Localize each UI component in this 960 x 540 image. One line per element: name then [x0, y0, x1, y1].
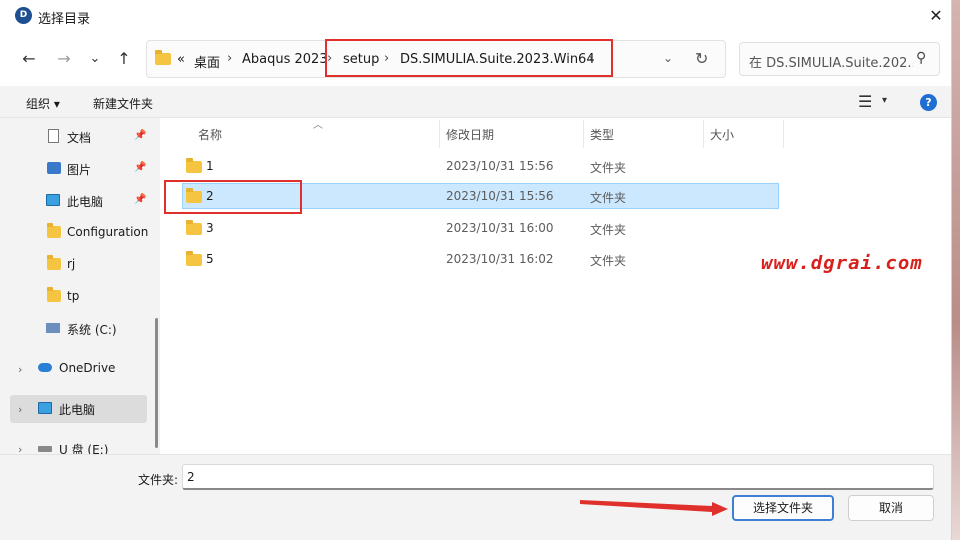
- file-row-1[interactable]: 1 2023/10/31 15:56 文件夹: [182, 153, 779, 179]
- desktop-background: [952, 0, 960, 540]
- annotation-highlight-folder: [164, 180, 302, 214]
- view-options-icon[interactable]: ☰: [858, 92, 872, 111]
- app-icon: D: [15, 7, 32, 24]
- folder-icon: [47, 255, 61, 270]
- dialog-footer: 文件夹: 选择文件夹 取消: [0, 454, 951, 540]
- folder-icon: [155, 50, 171, 65]
- search-input[interactable]: 在 DS.SIMULIA.Suite.202...: [749, 52, 913, 71]
- column-header-date[interactable]: 修改日期: [446, 126, 494, 143]
- folder-icon: [186, 251, 202, 266]
- usb-drive-icon: [38, 446, 52, 452]
- cancel-button[interactable]: 取消: [848, 495, 934, 521]
- file-name: 1: [206, 159, 214, 173]
- new-folder-button[interactable]: 新建文件夹: [93, 95, 153, 112]
- breadcrumb-separator-icon[interactable]: ›: [227, 51, 232, 66]
- pictures-icon: [47, 162, 61, 174]
- expand-chevron-icon[interactable]: ›: [18, 403, 22, 416]
- folder-icon: [186, 220, 202, 235]
- pin-icon: 📌: [134, 194, 147, 205]
- sort-ascending-icon: ︿: [313, 120, 323, 131]
- sidebar-item-pictures[interactable]: 图片 📌: [10, 155, 147, 183]
- file-type: 文件夹: [590, 223, 627, 237]
- folder-icon: [47, 287, 61, 302]
- sidebar-item-documents[interactable]: 文档 📌: [10, 123, 147, 151]
- forward-arrow-icon[interactable]: →: [51, 46, 77, 72]
- search-icon[interactable]: ⚲: [916, 50, 926, 66]
- file-type: 文件夹: [590, 161, 627, 175]
- pin-icon: 📌: [134, 130, 147, 141]
- navigation-pane: 文档 📌 图片 📌 此电脑 📌 Configuration rj tp 系统 (…: [0, 118, 160, 454]
- organize-button[interactable]: 组织 ▾: [26, 95, 60, 112]
- breadcrumb-overflow-icon[interactable]: «: [177, 52, 185, 67]
- annotation-highlight-breadcrumb: [325, 39, 613, 77]
- command-bar: 组织 ▾ 新建文件夹 ☰ ▾ ?: [0, 86, 951, 118]
- view-dropdown-icon[interactable]: ▾: [882, 95, 887, 106]
- expand-chevron-icon[interactable]: ›: [18, 443, 22, 454]
- sidebar-item-label: U 盘 (E:): [59, 443, 109, 454]
- folder-name-input[interactable]: [182, 464, 934, 490]
- onedrive-icon: [38, 363, 52, 372]
- folder-icon: [47, 223, 61, 238]
- file-name: 3: [206, 221, 214, 235]
- sidebar-item-label: 此电脑: [67, 195, 104, 209]
- sidebar-item-onedrive[interactable]: OneDrive: [10, 355, 147, 383]
- close-icon[interactable]: ✕: [922, 3, 950, 29]
- file-row-3[interactable]: 3 2023/10/31 16:00 文件夹: [182, 215, 779, 241]
- column-divider[interactable]: [439, 120, 440, 148]
- refresh-icon[interactable]: ↻: [695, 49, 708, 68]
- column-divider[interactable]: [703, 120, 704, 148]
- watermark-text: www.dgrai.com: [761, 252, 923, 274]
- address-dropdown-chevron-icon[interactable]: ⌄: [663, 51, 673, 65]
- search-box[interactable]: 在 DS.SIMULIA.Suite.202... ⚲: [739, 42, 940, 76]
- column-header-label: 名称: [198, 128, 223, 142]
- computer-icon: [46, 194, 60, 206]
- drive-icon: [46, 323, 60, 333]
- title-bar: D 选择目录 ✕: [0, 0, 951, 32]
- sidebar-item-label: 系统 (C:): [67, 323, 117, 337]
- sidebar-item-configuration[interactable]: Configuration: [10, 219, 149, 247]
- sidebar-item-rj[interactable]: rj: [10, 251, 147, 279]
- file-name: 5: [206, 252, 214, 266]
- pin-icon: 📌: [134, 162, 147, 173]
- sidebar-item-label: OneDrive: [59, 361, 116, 375]
- sidebar-item-this-pc-pinned[interactable]: 此电脑 📌: [10, 187, 147, 215]
- column-header-type[interactable]: 类型: [590, 126, 614, 143]
- sidebar-item-label: 此电脑: [59, 403, 96, 417]
- breadcrumb-abaqus[interactable]: Abaqus 2023: [242, 52, 328, 67]
- sidebar-item-system-c[interactable]: 系统 (C:): [10, 315, 147, 343]
- computer-icon: [38, 402, 52, 414]
- sidebar-item-label: Configuration: [67, 225, 149, 239]
- file-type: 文件夹: [590, 191, 627, 205]
- column-divider[interactable]: [783, 120, 784, 148]
- file-date: 2023/10/31 15:56: [446, 189, 554, 203]
- sidebar-item-usb-e[interactable]: U 盘 (E:): [10, 435, 147, 454]
- back-arrow-icon[interactable]: ←: [16, 46, 42, 72]
- column-header-name[interactable]: 名称: [198, 126, 222, 143]
- sidebar-item-tp[interactable]: tp: [10, 283, 147, 311]
- file-row-5[interactable]: 5 2023/10/31 16:02 文件夹: [182, 246, 779, 272]
- sidebar-item-label: 图片: [67, 163, 92, 177]
- folder-field-label: 文件夹:: [138, 473, 179, 487]
- sidebar-item-label: tp: [67, 289, 80, 303]
- file-type: 文件夹: [590, 254, 627, 268]
- up-arrow-icon[interactable]: ↑: [111, 46, 137, 72]
- column-header-size[interactable]: 大小: [710, 126, 734, 143]
- sidebar-item-label: 文档: [67, 131, 92, 145]
- select-folder-button[interactable]: 选择文件夹: [732, 495, 834, 521]
- file-date: 2023/10/31 16:00: [446, 221, 554, 235]
- sidebar-item-label: rj: [67, 257, 76, 271]
- file-date: 2023/10/31 16:02: [446, 252, 554, 266]
- recent-locations-chevron-icon[interactable]: ⌄: [82, 46, 108, 72]
- file-list: 名称 ︿ 修改日期 类型 大小 1 2023/10/31 15:56 文件夹 2…: [163, 118, 951, 454]
- document-icon: [48, 129, 59, 143]
- breadcrumb-desktop[interactable]: 桌面: [194, 52, 220, 71]
- sidebar-scrollbar[interactable]: [155, 318, 158, 448]
- column-divider[interactable]: [583, 120, 584, 148]
- window-title: 选择目录: [38, 12, 91, 27]
- select-directory-dialog: D 选择目录 ✕ ← → ⌄ ↑ « 桌面 › Abaqus 2023 › se…: [0, 0, 952, 540]
- file-date: 2023/10/31 15:56: [446, 159, 554, 173]
- sidebar-item-this-pc[interactable]: 此电脑: [10, 395, 147, 423]
- help-icon[interactable]: ?: [920, 94, 937, 111]
- folder-icon: [186, 158, 202, 173]
